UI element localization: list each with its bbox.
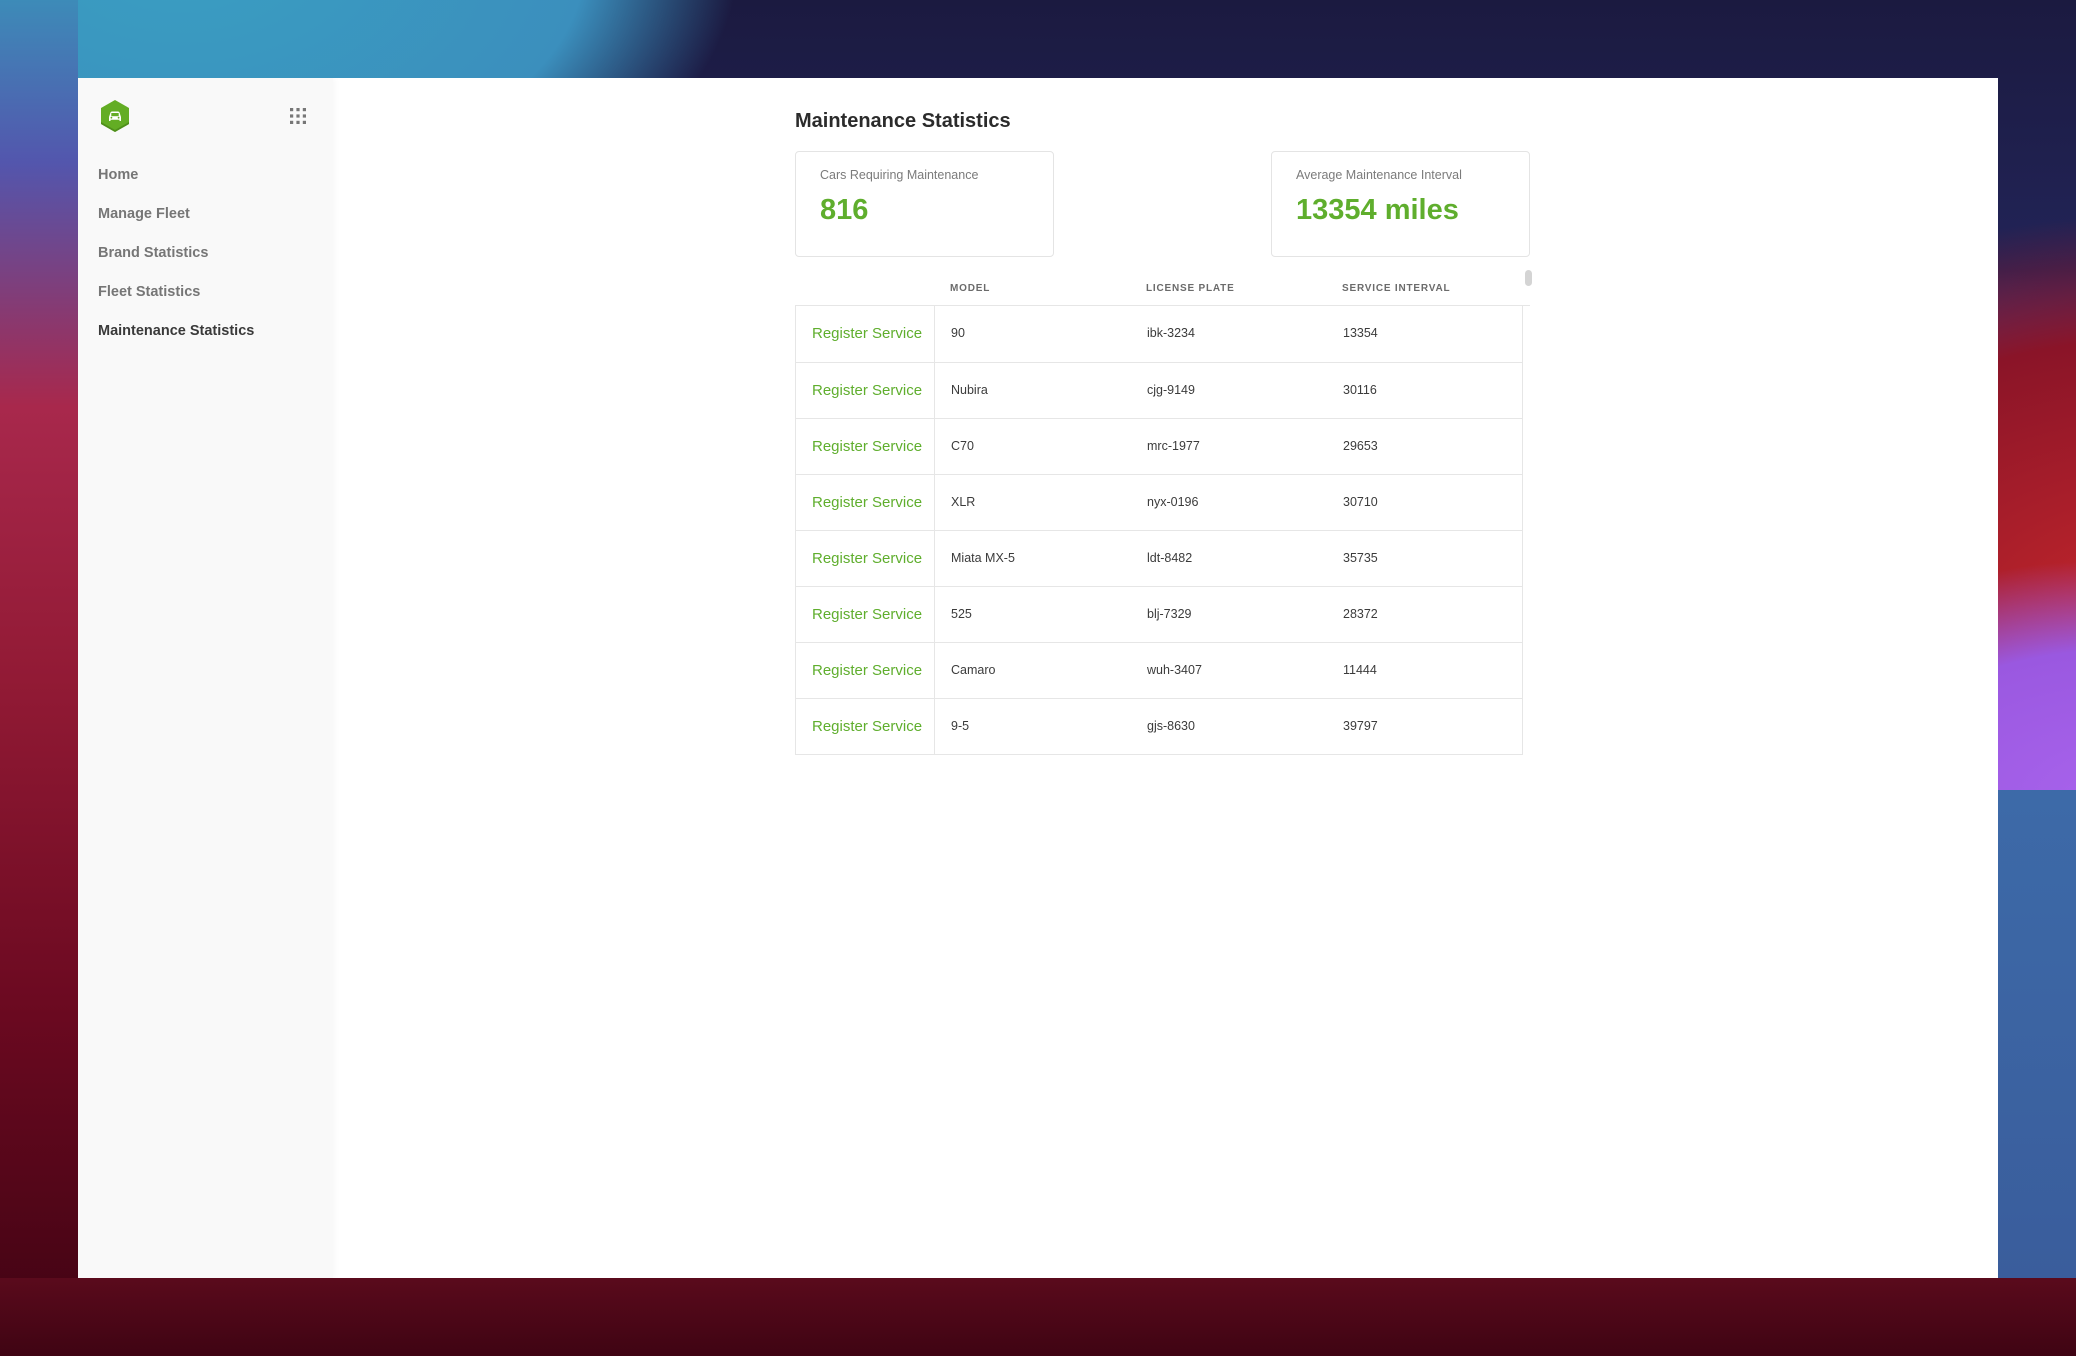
desktop-wallpaper-left [0, 0, 78, 1356]
register-service-button[interactable]: Register Service [796, 475, 935, 531]
sidebar-item-brand-statistics[interactable]: Brand Statistics [98, 240, 254, 279]
cell-model: Nubira [951, 383, 988, 397]
maintenance-table: MODEL LICENSE PLATE SERVICE INTERVAL Reg… [795, 270, 1532, 755]
stat-label: Average Maintenance Interval [1296, 168, 1462, 182]
cell-service-interval: 30116 [1343, 383, 1377, 397]
cell-service-interval: 11444 [1343, 663, 1377, 677]
sidebar-item-fleet-statistics[interactable]: Fleet Statistics [98, 279, 254, 318]
cell-license-plate: blj-7329 [1147, 607, 1192, 621]
sidebar-item-maintenance-statistics[interactable]: Maintenance Statistics [98, 318, 254, 357]
cell-license-plate: ldt-8482 [1147, 551, 1193, 565]
column-header-service-interval[interactable]: SERVICE INTERVAL [1342, 283, 1450, 294]
cell-license-plate: wuh-3407 [1147, 663, 1202, 677]
app-window: Home Manage Fleet Brand Statistics Fleet… [78, 78, 1998, 1278]
table-row: Register Service C70 mrc-1977 29653 [796, 418, 1522, 475]
table-row: Register Service Miata MX-5 ldt-8482 357… [796, 530, 1522, 587]
cell-license-plate: mrc-1977 [1147, 439, 1200, 453]
cell-model: Miata MX-5 [951, 551, 1015, 565]
register-service-button[interactable]: Register Service [796, 531, 935, 587]
desktop-wallpaper-bottom [0, 1278, 2076, 1356]
cell-service-interval: 30710 [1343, 495, 1378, 509]
register-service-button[interactable]: Register Service [796, 587, 935, 643]
cell-license-plate: nyx-0196 [1147, 495, 1199, 509]
desktop-wallpaper-right [1998, 790, 2076, 1278]
column-header-model[interactable]: MODEL [950, 283, 990, 294]
column-header-license-plate[interactable]: LICENSE PLATE [1146, 283, 1235, 294]
cell-model: 9-5 [951, 719, 970, 733]
cell-service-interval: 39797 [1343, 719, 1378, 733]
sidebar: Home Manage Fleet Brand Statistics Fleet… [78, 78, 333, 1278]
table-row: Register Service XLR nyx-0196 30710 [796, 474, 1522, 531]
stat-value: 13354 miles [1296, 194, 1459, 226]
cell-model: Camaro [951, 663, 996, 677]
page-title: Maintenance Statistics [795, 110, 1011, 132]
cell-model: C70 [951, 439, 974, 453]
cell-service-interval: 29653 [1343, 439, 1378, 453]
cell-service-interval: 35735 [1343, 551, 1378, 565]
cell-model: 525 [951, 607, 972, 621]
stat-card-average-maintenance-interval: Average Maintenance Interval 13354 miles [1271, 151, 1530, 257]
table-row: Register Service 90 ibk-3234 13354 [796, 306, 1522, 362]
cell-license-plate: ibk-3234 [1147, 326, 1195, 340]
sidebar-nav: Home Manage Fleet Brand Statistics Fleet… [98, 162, 254, 357]
register-service-button[interactable]: Register Service [796, 363, 935, 419]
table-header: MODEL LICENSE PLATE SERVICE INTERVAL [795, 270, 1532, 306]
register-service-button[interactable]: Register Service [796, 699, 935, 755]
sidebar-item-home[interactable]: Home [98, 162, 254, 201]
table-row: Register Service Camaro wuh-3407 11444 [796, 642, 1522, 699]
sidebar-item-manage-fleet[interactable]: Manage Fleet [98, 201, 254, 240]
register-service-button[interactable]: Register Service [796, 643, 935, 699]
stat-value: 816 [820, 194, 869, 226]
stat-card-cars-requiring-maintenance: Cars Requiring Maintenance 816 [795, 151, 1054, 257]
main-content: Maintenance Statistics Cars Requiring Ma… [333, 78, 1998, 1278]
cell-service-interval: 28372 [1343, 607, 1378, 621]
table-body: Register Service 90 ibk-3234 13354 Regis… [795, 306, 1523, 755]
register-service-button[interactable]: Register Service [796, 419, 935, 475]
cell-model: XLR [951, 495, 976, 509]
car-logo-icon[interactable] [98, 99, 132, 133]
cell-license-plate: cjg-9149 [1147, 383, 1195, 397]
cell-model: 90 [951, 326, 965, 340]
cell-service-interval: 13354 [1343, 326, 1378, 340]
table-row: Register Service 525 blj-7329 28372 [796, 586, 1522, 643]
apps-grid-icon[interactable] [289, 107, 307, 125]
register-service-button[interactable]: Register Service [796, 306, 935, 362]
stat-label: Cars Requiring Maintenance [820, 168, 979, 182]
table-row: Register Service 9-5 gjs-8630 39797 [796, 698, 1522, 755]
table-scrollbar[interactable] [1525, 270, 1532, 286]
cell-license-plate: gjs-8630 [1147, 719, 1195, 733]
table-row: Register Service Nubira cjg-9149 30116 [796, 362, 1522, 419]
